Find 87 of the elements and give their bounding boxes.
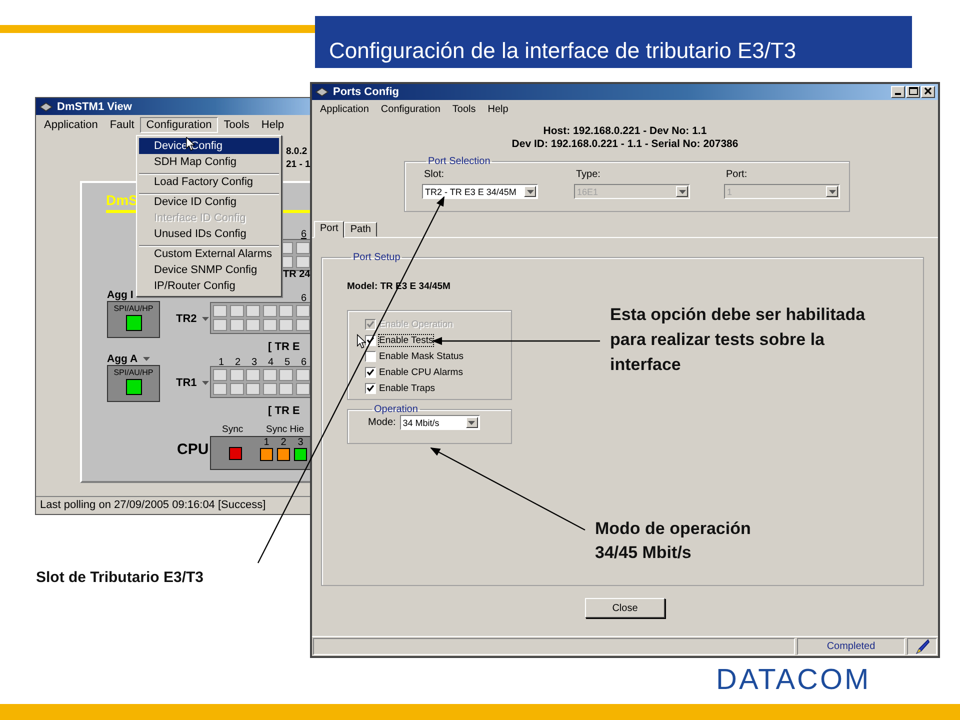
slot-number: 6 [300, 293, 308, 304]
minimize-button[interactable] [891, 86, 905, 98]
dropdown-arrow-icon [678, 190, 686, 194]
status-text: Completed [797, 638, 905, 655]
slide-title: Configuración de la interface de tributario E3/T3 [315, 16, 912, 68]
interface-label: SPI/AU/HP [114, 304, 154, 313]
slot-caption: TR 24 [283, 269, 310, 280]
menu-item[interactable]: Help [255, 117, 290, 133]
field-label: Type: [575, 169, 602, 180]
callout-text: Esta opción debe ser habilitada para realizar tests sobre la interface [610, 304, 866, 376]
window-title: DmSTM1 View [57, 100, 132, 112]
checkbox-label: Enable Mask Status [379, 350, 464, 362]
tributary-label: TR1 [176, 377, 197, 389]
group-title: Port Selection [427, 156, 492, 167]
tab[interactable]: Path [344, 222, 377, 237]
checkbox-label: Enable CPU Alarms [379, 366, 463, 378]
menu-item[interactable]: Fault [104, 117, 140, 133]
dropdown-arrow-icon [526, 190, 534, 194]
group-title: Operation [373, 404, 419, 415]
field-label: Mode: [368, 417, 396, 428]
checkbox-label: Enable Tests [379, 334, 434, 346]
maximize-icon [908, 87, 918, 95]
dropdown-arrow-icon [828, 190, 836, 194]
pen-icon [914, 639, 930, 654]
menu-item[interactable]: SDH Map Config [139, 154, 279, 170]
slot-caption: [ TR E [268, 405, 300, 417]
field-label: Slot: [423, 169, 446, 180]
dropdown-arrow-icon[interactable] [142, 357, 150, 361]
menu-item[interactable]: Tools [218, 117, 256, 133]
dropdown-arrow-icon[interactable] [202, 317, 209, 321]
cpu-label: CPU [177, 441, 209, 458]
device-header-text: 21 - 1 [286, 159, 310, 170]
menu-item[interactable]: Device SNMP Config [139, 262, 279, 278]
close-button[interactable]: Close [585, 598, 665, 618]
checkbox[interactable] [365, 382, 376, 394]
tributary-label: TR2 [176, 313, 197, 325]
maximize-button[interactable] [906, 86, 920, 98]
slot-caption: [ TR E [268, 341, 300, 353]
tab[interactable]: Port [314, 221, 344, 238]
sync-hierarchy-label: Sync Hie [266, 424, 304, 435]
dropdown-field[interactable]: 34 Mbit/s [400, 415, 480, 430]
checkbox[interactable] [365, 350, 376, 362]
menu-item[interactable]: Load Factory Config [139, 173, 279, 190]
close-button[interactable] [921, 86, 935, 98]
callout-text: Slot de Tributario E3/T3 [36, 569, 204, 586]
menu-item[interactable]: Device ID Config [139, 193, 279, 210]
group-title: Port Setup [352, 252, 402, 263]
slot-number: 4 [266, 357, 275, 368]
sync-label: Sync [222, 424, 244, 435]
dropdown-arrow-icon [468, 420, 476, 424]
window-icon [39, 102, 53, 112]
logo: DATACOM [716, 664, 871, 697]
slot-number: 6 [300, 357, 308, 368]
aggregate-label: Agg I [107, 289, 134, 301]
menu-item[interactable]: Device Config [139, 138, 279, 154]
checkbox[interactable] [365, 366, 376, 378]
menu-item[interactable]: Tools [446, 102, 482, 117]
menu-item[interactable]: IP/Router Config [139, 278, 279, 294]
menu-item[interactable]: Application [38, 117, 104, 133]
slot-number: 3 [250, 357, 258, 368]
close-icon [924, 87, 932, 95]
led-number: 3 [298, 437, 304, 448]
device-header-text: 8.0.2 [286, 146, 308, 157]
slot-number: 1 [217, 357, 226, 368]
checkbox-label: Enable Traps [379, 382, 435, 394]
window-title: Ports Config [333, 86, 399, 98]
slot-number: 6 [300, 229, 308, 240]
menu-item[interactable]: Custom External Alarms [139, 245, 279, 262]
device-header-text: Host: 192.168.0.221 - Dev No: 1.1 [543, 125, 707, 138]
dropdown-arrow-icon[interactable] [202, 381, 209, 385]
dropdown-field[interactable]: TR2 - TR E3 E 34/45M [422, 184, 538, 199]
interface-label: SPI/AU/HP [114, 368, 154, 377]
led-number: 1 [264, 437, 270, 448]
cursor-icon [357, 334, 366, 349]
field-label: Port: [725, 169, 748, 180]
aggregate-label: Agg A [107, 353, 138, 365]
device-header-text: Dev ID: 192.168.0.221 - 1.1 - Serial No: 207386 [512, 138, 738, 151]
callout-text: Modo de operación 34/45 Mbit/s [595, 518, 751, 564]
led-number: 2 [280, 437, 286, 448]
menu-item[interactable]: Configuration [374, 102, 446, 117]
menu-item[interactable]: Help [482, 102, 514, 117]
slot-number: 2 [234, 357, 242, 368]
menu-item[interactable]: Unused IDs Config [139, 226, 279, 242]
menu-item[interactable]: Configuration [140, 117, 218, 133]
slot-number: 5 [283, 357, 292, 368]
menu-item[interactable]: Application [314, 102, 375, 117]
device-name: DmS [106, 192, 138, 208]
